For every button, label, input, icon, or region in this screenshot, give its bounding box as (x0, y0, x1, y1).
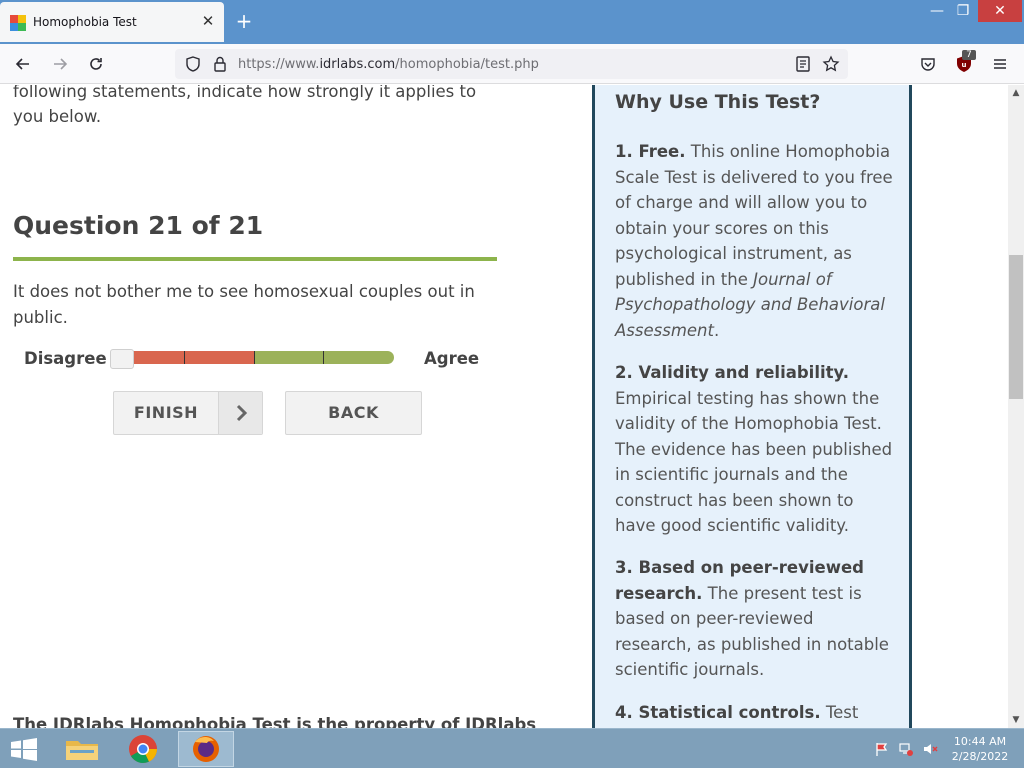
lock-icon[interactable] (211, 55, 229, 73)
sidebar-item-peer-reviewed: 3. Based on peer-reviewed research. The … (615, 555, 893, 683)
page-viewport: following statements, indicate how stron… (0, 85, 1008, 728)
taskbar-file-explorer[interactable] (56, 731, 108, 767)
question-heading: Question 21 of 21 (13, 211, 264, 240)
sidebar-item-statistical: 4. Statistical controls. Test (615, 700, 893, 726)
sidebar-item-body: This online Homophobia Scale Test is del… (615, 142, 893, 289)
intro-text: following statements, indicate how stron… (13, 85, 477, 126)
url-text[interactable]: https://www.idrlabs.com/homophobia/test.… (238, 57, 539, 72)
hamburger-menu-icon[interactable] (991, 55, 1009, 73)
finish-button-label: FINISH (133, 403, 199, 422)
action-center-flag-icon[interactable] (874, 741, 890, 757)
sidebar-item-body: Empirical testing has shown the validity… (615, 388, 893, 536)
volume-muted-icon[interactable] (922, 741, 938, 757)
ublock-count-badge: 7 (962, 50, 976, 60)
slider-tick (254, 351, 255, 364)
bookmark-star-icon[interactable] (822, 55, 840, 73)
back-button[interactable]: BACK (285, 391, 422, 435)
sidebar-item-heading: 1. Free. (615, 142, 686, 161)
agreement-slider-track[interactable] (119, 351, 394, 364)
question-divider (13, 257, 497, 261)
svg-text:u: u (962, 61, 967, 69)
firefox-icon (193, 736, 219, 762)
shield-icon[interactable] (184, 55, 202, 73)
question-text: It does not bother me to see homosexual … (13, 282, 475, 327)
tab-title: Homophobia Test (33, 15, 137, 29)
clock-time: 10:44 AM (953, 735, 1007, 748)
sidebar-item-body: Test (820, 703, 859, 722)
start-button[interactable] (0, 731, 48, 767)
taskbar-firefox[interactable] (178, 731, 234, 767)
tab-homophobia-test[interactable]: Homophobia Test ✕ (0, 2, 224, 42)
scroll-down-arrow-icon[interactable]: ▼ (1008, 712, 1024, 728)
url-domain: idrlabs.com (319, 57, 396, 72)
scale-label-agree: Agree (424, 349, 480, 368)
system-clock[interactable]: 10:44 AM 2/28/2022 (946, 734, 1014, 764)
sidebar-item-free: 1. Free. This online Homophobia Scale Te… (615, 139, 893, 343)
scrollbar-thumb[interactable] (1009, 255, 1023, 399)
why-use-sidebar: Why Use This Test? 1. Free. This online … (592, 85, 912, 728)
sidebar-title: Why Use This Test? (615, 91, 821, 113)
back-arrow-icon[interactable] (14, 55, 32, 73)
minimize-button[interactable]: — (924, 0, 950, 22)
reader-view-icon[interactable] (794, 55, 812, 73)
windows-taskbar: 10:44 AM 2/28/2022 (0, 728, 1024, 768)
finish-button[interactable]: FINISH (113, 391, 263, 435)
scale-label-disagree: Disagree (24, 349, 107, 368)
taskbar-chrome[interactable] (117, 731, 169, 767)
sidebar-item-heading: 4. Statistical controls. (615, 703, 821, 722)
tab-strip: Homophobia Test ✕ + — ❐ ✕ (0, 0, 1024, 44)
page-scrollbar[interactable]: ▲ ▼ (1008, 85, 1024, 728)
window-close-button[interactable]: ✕ (978, 0, 1022, 22)
nav-toolbar: https://www.idrlabs.com/homophobia/test.… (0, 44, 1024, 84)
folder-icon (66, 741, 98, 760)
agreement-slider-handle[interactable] (110, 349, 134, 369)
clock-date: 2/28/2022 (951, 750, 1009, 763)
forward-arrow-icon[interactable] (51, 55, 69, 73)
network-icon[interactable] (898, 741, 914, 757)
slider-tick (184, 351, 185, 364)
slider-tick (323, 351, 324, 364)
chevron-right-icon (218, 392, 262, 434)
sidebar-item-end: . (713, 320, 720, 340)
pocket-icon[interactable] (919, 55, 937, 73)
slider-disagree-segment (119, 351, 254, 364)
new-tab-button[interactable]: + (234, 11, 254, 31)
idrlabs-favicon-icon (10, 15, 26, 31)
tab-close-icon[interactable]: ✕ (200, 13, 216, 29)
url-bar[interactable]: https://www.idrlabs.com/homophobia/test.… (175, 49, 848, 79)
sidebar-item-validity: 2. Validity and reliability. Empirical t… (615, 360, 893, 539)
windows-logo-icon (11, 738, 37, 761)
url-path: /homophobia/test.php (395, 57, 539, 72)
restore-button[interactable]: ❐ (950, 0, 976, 22)
copyright-note: The IDRlabs Homophobia Test is the prope… (13, 715, 537, 728)
url-prefix: https://www. (238, 57, 320, 72)
reload-icon[interactable] (87, 55, 105, 73)
scroll-up-arrow-icon[interactable]: ▲ (1008, 85, 1024, 101)
sidebar-item-heading: 2. Validity and reliability. (615, 363, 850, 382)
chrome-icon (129, 735, 157, 763)
